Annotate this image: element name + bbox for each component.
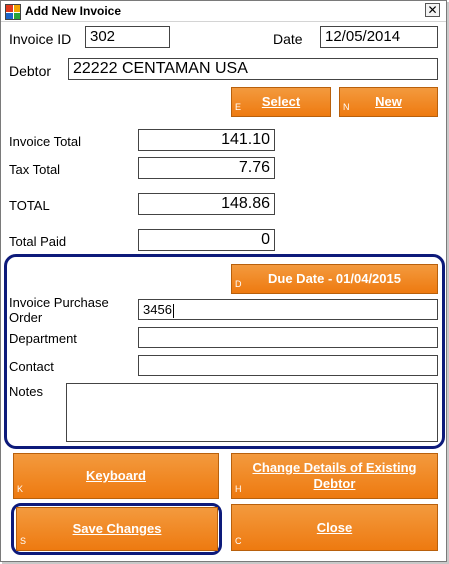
text-caret: [172, 303, 174, 318]
select-button-label: Select: [261, 94, 301, 109]
date-label: Date: [273, 31, 303, 47]
due-date-hotkey: D: [235, 279, 242, 289]
invoice-id-label: Invoice ID: [9, 31, 72, 47]
save-changes-label: Save Changes: [72, 521, 162, 536]
due-date-button[interactable]: Due Date - 01/04/2015 D: [231, 264, 438, 294]
change-details-label: Change Details of Existing Debtor: [252, 460, 417, 491]
new-debtor-button[interactable]: New N: [339, 87, 438, 117]
notes-label: Notes: [9, 384, 43, 399]
close-button-label: Close: [316, 519, 353, 535]
po-label: Invoice Purchase Order: [9, 295, 109, 325]
po-label-line1: Invoice Purchase: [9, 295, 109, 310]
department-field[interactable]: [138, 327, 438, 348]
close-window-icon[interactable]: ✕: [425, 3, 440, 17]
contact-field[interactable]: [138, 355, 438, 376]
total-paid-field: 0: [138, 229, 275, 251]
debtor-field[interactable]: 22222 CENTAMAN USA: [68, 58, 438, 80]
change-debtor-details-button[interactable]: Change Details of Existing Debtor H: [231, 453, 438, 499]
debtor-label: Debtor: [9, 63, 52, 79]
keyboard-button[interactable]: Keyboard K: [13, 453, 219, 499]
tax-total-field: 7.76: [138, 157, 275, 179]
keyboard-button-label: Keyboard: [86, 468, 146, 483]
close-button[interactable]: Close C: [231, 504, 438, 551]
tax-total-label: Tax Total: [9, 162, 61, 177]
notes-field[interactable]: [66, 383, 438, 442]
department-label: Department: [9, 331, 77, 346]
invoice-id-field[interactable]: 302: [85, 26, 170, 48]
purchase-order-value: 3456: [143, 302, 172, 317]
po-label-line2: Order: [9, 310, 43, 325]
invoice-total-field: 141.10: [138, 129, 275, 151]
select-debtor-button[interactable]: Select E: [231, 87, 331, 117]
purchase-order-field[interactable]: 3456: [138, 299, 438, 320]
select-hotkey: E: [235, 102, 242, 112]
save-changes-button[interactable]: Save Changes S: [16, 507, 218, 551]
date-field[interactable]: 12/05/2014: [320, 26, 438, 48]
app-icon: [5, 4, 21, 20]
keyboard-hotkey: K: [17, 484, 24, 494]
close-hotkey: C: [235, 536, 242, 546]
contact-label: Contact: [9, 359, 54, 374]
title-bar[interactable]: Add New Invoice ✕: [1, 1, 446, 22]
total-paid-label: Total Paid: [9, 234, 67, 249]
invoice-total-label: Invoice Total: [9, 134, 82, 149]
change-details-hotkey: H: [235, 484, 242, 494]
new-hotkey: N: [343, 102, 350, 112]
due-date-label: Due Date - 01/04/2015: [268, 271, 401, 286]
new-button-label: New: [375, 94, 402, 109]
add-invoice-window: Add New Invoice ✕ Invoice ID 302 Date 12…: [0, 0, 447, 562]
window-title: Add New Invoice: [25, 4, 122, 18]
total-field: 148.86: [138, 193, 275, 215]
total-label: TOTAL: [9, 198, 50, 213]
save-hotkey: S: [20, 536, 27, 546]
